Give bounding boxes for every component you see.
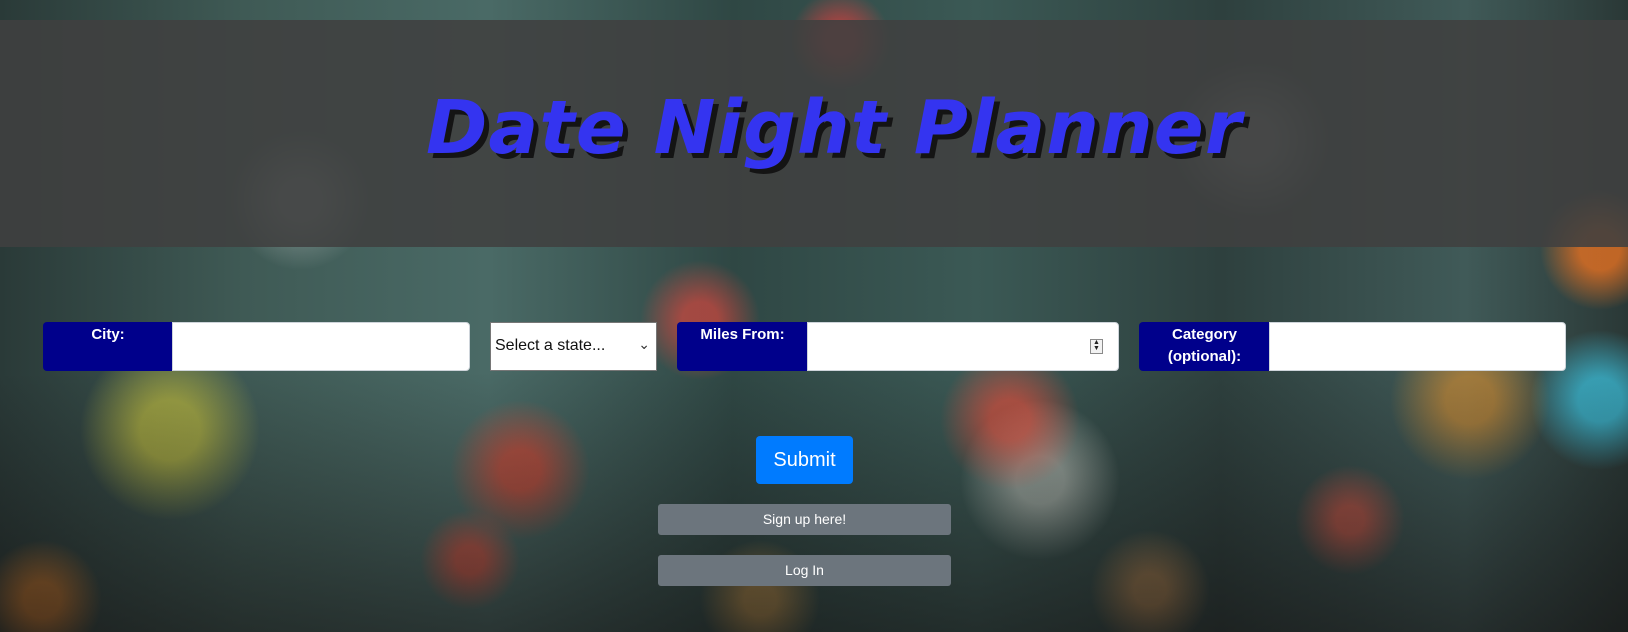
spinner-icon[interactable]: ▲ ▼ <box>1090 339 1103 354</box>
category-label-line2: (optional): <box>1167 348 1242 365</box>
sign-up-button[interactable]: Sign up here! <box>658 504 951 535</box>
chevron-down-icon: ⌄ <box>638 336 650 352</box>
miles-from-label-text: Miles From: <box>700 326 785 343</box>
miles-from-input[interactable] <box>807 322 1119 371</box>
submit-button[interactable]: Submit <box>756 436 853 484</box>
page-title: Date Night Planner <box>426 85 1243 171</box>
city-input[interactable] <box>172 322 470 371</box>
category-label: Category (optional): <box>1139 322 1270 371</box>
miles-from-label: Miles From: <box>677 322 808 371</box>
city-label-text: City: <box>91 326 125 343</box>
category-input[interactable] <box>1269 322 1566 371</box>
log-in-button[interactable]: Log In <box>658 555 951 586</box>
category-label-line1: Category <box>1171 326 1238 343</box>
city-label: City: <box>43 322 173 371</box>
state-select-value: Select a state... <box>495 337 606 354</box>
state-select[interactable]: Select a state... ⌄ <box>490 322 657 371</box>
